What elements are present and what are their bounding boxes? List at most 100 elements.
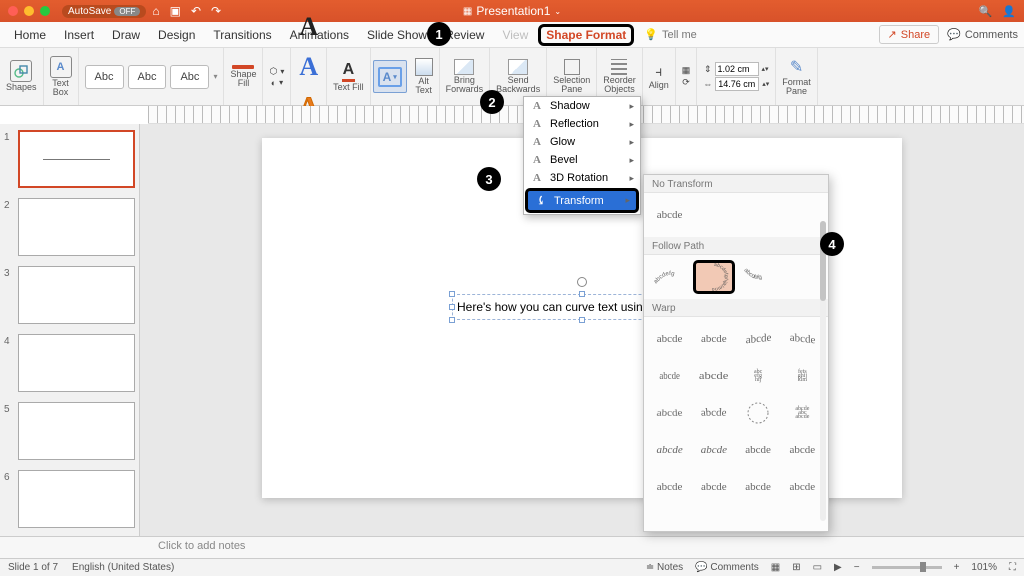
opt-warp[interactable]: abcde — [693, 322, 734, 356]
tab-shape-format[interactable]: Shape Format — [538, 24, 634, 46]
opt-warp[interactable]: abcde — [782, 470, 823, 504]
tell-me[interactable]: 💡Tell me — [644, 28, 697, 41]
shape-fill[interactable]: Shape Fill — [224, 48, 263, 105]
share-button[interactable]: ↗Share — [879, 25, 940, 44]
wordart-preset[interactable]: A — [299, 12, 318, 42]
format-pane[interactable]: ✎Format Pane — [776, 48, 818, 105]
fit-icon[interactable]: ⛶ — [1009, 562, 1016, 573]
opt-warp[interactable]: abcde — [649, 470, 690, 504]
chevron-down-icon[interactable]: ▾ — [213, 72, 217, 81]
effects-icon[interactable]: ◐ — [271, 78, 276, 88]
alt-text[interactable]: Alt Text — [409, 48, 440, 105]
document-title[interactable]: ▦Presentation1⌄ — [463, 4, 561, 18]
textbox-content[interactable]: Here's how you can curve text using — [457, 300, 649, 314]
opt-warp[interactable]: abcefghij — [738, 359, 779, 393]
width-input[interactable] — [715, 77, 759, 91]
comments-button[interactable]: 💬Comments — [947, 25, 1018, 44]
qat[interactable]: ⌂ ▣ ↶ ↷ — [152, 4, 221, 18]
text-effects-button[interactable]: A▾ — [373, 60, 407, 93]
outline-icon[interactable]: ⬡ — [269, 66, 277, 77]
opt-warp[interactable]: abcde — [690, 394, 738, 427]
user-icon[interactable]: 👤 — [1002, 5, 1016, 18]
opt-warp[interactable]: abcde — [645, 399, 693, 432]
style-preset[interactable]: Abc — [85, 65, 124, 89]
tab-design[interactable]: Design — [150, 24, 203, 46]
style-preset[interactable]: Abc — [128, 65, 167, 89]
tab-animations[interactable]: Animations — [282, 24, 357, 46]
zoom-level[interactable]: 101% — [971, 562, 997, 573]
opt-warp[interactable]: abcde — [649, 433, 690, 467]
notes-pane[interactable]: Click to add notes — [0, 536, 1024, 558]
opt-warp[interactable]: abcde — [738, 320, 779, 358]
view-reading-icon[interactable]: ▭ — [813, 562, 822, 573]
menu-3d-rotation[interactable]: A3D Rotation — [524, 169, 640, 187]
opt-warp[interactable]: abcdeabcabcde — [782, 396, 823, 430]
zoom-out[interactable]: − — [854, 562, 860, 573]
resize-handle[interactable] — [449, 291, 455, 297]
home-icon[interactable]: ⌂ — [152, 4, 159, 18]
thumbnail-4[interactable]: 4 — [4, 334, 135, 392]
rotate-icon[interactable]: ⟳ — [682, 77, 690, 88]
zoom-slider[interactable] — [872, 566, 942, 569]
rotate-group[interactable]: ▦ ⟳ — [676, 48, 698, 105]
group-icon[interactable]: ▦ — [682, 65, 691, 76]
menu-glow[interactable]: AGlow — [524, 133, 640, 151]
view-normal-icon[interactable]: ▦ — [771, 562, 780, 573]
resize-handle[interactable] — [449, 317, 455, 323]
menu-bevel[interactable]: ABevel — [524, 151, 640, 169]
thumbnail-6[interactable]: 6 — [4, 470, 135, 528]
comments-toggle[interactable]: 💬 Comments — [695, 562, 759, 573]
menu-shadow[interactable]: AShadow — [524, 97, 640, 115]
text-fill[interactable]: A Text Fill — [327, 48, 371, 105]
shapes-group[interactable]: Shapes — [0, 48, 44, 105]
tab-view[interactable]: View — [494, 24, 536, 46]
tab-transitions[interactable]: Transitions — [205, 24, 279, 46]
opt-warp[interactable]: abcde — [782, 320, 823, 358]
opt-warp[interactable] — [738, 396, 779, 430]
opt-arch-down[interactable]: abcdefg — [738, 260, 779, 294]
view-slideshow-icon[interactable]: ▶ — [834, 562, 842, 573]
language[interactable]: English (United States) — [72, 562, 174, 573]
opt-warp[interactable]: abcde — [738, 470, 779, 504]
thumbnail-3[interactable]: 3 — [4, 266, 135, 324]
view-sorter-icon[interactable]: ⊞ — [792, 562, 800, 573]
opt-warp[interactable]: fetsghijklm — [782, 359, 823, 393]
slide-thumbnails[interactable]: 1 2 3 4 5 6 7WHAT'S THE DIFFER — [0, 124, 140, 536]
tab-slideshow[interactable]: Slide Show — [359, 24, 435, 46]
shape-styles[interactable]: Abc Abc Abc ▾ — [79, 48, 225, 105]
undo-icon[interactable]: ↶ — [191, 4, 201, 18]
textbox-group[interactable]: A Text Box — [44, 48, 79, 105]
tab-draw[interactable]: Draw — [104, 24, 148, 46]
opt-warp[interactable]: abcde — [690, 359, 737, 393]
save-icon[interactable]: ▣ — [170, 4, 181, 18]
menu-reflection[interactable]: AReflection — [524, 115, 640, 133]
opt-arch-up[interactable]: abcdefg — [649, 260, 690, 294]
rotate-handle[interactable] — [577, 277, 587, 287]
notes-toggle[interactable]: ≐ Notes — [646, 562, 683, 573]
align[interactable]: ⫞Align — [643, 48, 676, 105]
opt-warp[interactable]: abcde — [653, 359, 686, 393]
thumbnail-1[interactable]: 1 — [4, 130, 135, 188]
opt-warp[interactable]: abcde — [693, 433, 734, 467]
opt-circle[interactable]: abcdefghijklmno — [693, 260, 734, 294]
opt-warp[interactable]: abcde — [649, 322, 690, 356]
thumbnail-2[interactable]: 2 — [4, 198, 135, 256]
resize-handle[interactable] — [449, 304, 455, 310]
autosave-toggle[interactable]: AutoSaveOFF — [62, 5, 146, 18]
thumbnail-5[interactable]: 5 — [4, 402, 135, 460]
zoom-in[interactable]: + — [954, 562, 960, 573]
search-icon[interactable]: 🔍 — [979, 5, 993, 18]
resize-handle[interactable] — [579, 291, 585, 297]
height-input[interactable] — [715, 62, 759, 76]
wordart-preset[interactable]: A — [299, 52, 318, 82]
opt-warp[interactable]: abcde — [782, 433, 823, 467]
tab-insert[interactable]: Insert — [56, 24, 102, 46]
shape-tools[interactable]: ⬡▾ ◐▾ — [263, 48, 291, 105]
tab-home[interactable]: Home — [6, 24, 54, 46]
style-preset[interactable]: Abc — [170, 65, 209, 89]
window-controls[interactable] — [8, 6, 50, 16]
redo-icon[interactable]: ↷ — [211, 4, 221, 18]
wordart-styles[interactable]: A A A ▾ — [291, 48, 327, 105]
opt-warp[interactable]: abcde — [738, 433, 779, 467]
opt-warp[interactable]: abcde — [693, 470, 734, 504]
